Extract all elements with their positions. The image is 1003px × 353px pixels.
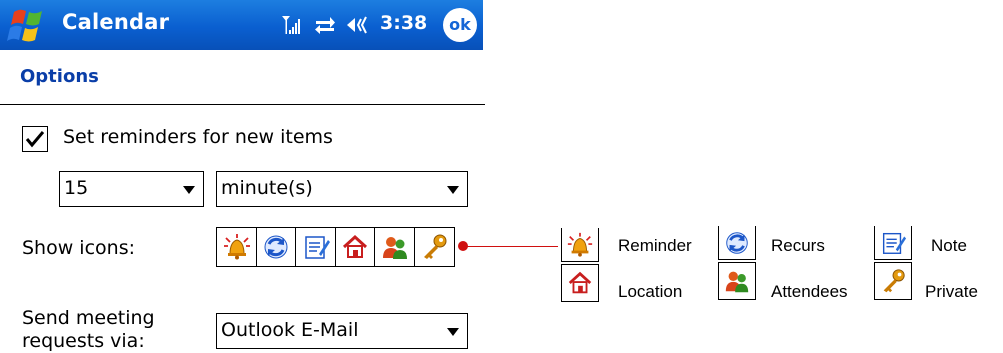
- reminder-unit-value: minute(s): [221, 177, 313, 199]
- home-icon[interactable]: [334, 227, 376, 267]
- legend-note-label: Note: [931, 236, 967, 255]
- windows-start-icon[interactable]: [6, 6, 50, 46]
- alarm-bell-icon[interactable]: [216, 227, 257, 267]
- show-icons-strip[interactable]: [216, 227, 455, 267]
- key-icon[interactable]: [413, 227, 455, 267]
- reminder-amount-value: 15: [64, 177, 89, 199]
- title-bar: Calendar 3:38 ok: [0, 0, 483, 50]
- callout-line: [463, 246, 558, 247]
- chevron-down-icon: [447, 328, 459, 336]
- recurring-arrows-icon[interactable]: [255, 227, 297, 267]
- send-meeting-value: Outlook E-Mail: [221, 319, 359, 341]
- reminder-amount-dropdown[interactable]: 15: [59, 171, 204, 207]
- legend-key-icon: [874, 262, 912, 300]
- app-title: Calendar: [62, 10, 170, 34]
- legend-alarm-bell-icon: [561, 228, 599, 262]
- legend-attendees-label: Attendees: [771, 282, 848, 301]
- legend-home-icon: [561, 264, 599, 302]
- legend-reminder-label: Reminder: [618, 236, 692, 255]
- speaker-volume-icon[interactable]: [345, 13, 375, 41]
- reminders-checkbox[interactable]: [22, 126, 48, 152]
- connectivity-arrows-icon[interactable]: [313, 13, 337, 41]
- legend-recurring-arrows-icon: [718, 226, 756, 260]
- reminder-unit-dropdown[interactable]: minute(s): [216, 171, 468, 207]
- heading-divider: [0, 104, 485, 105]
- chevron-down-icon: [447, 186, 459, 194]
- page-title: Options: [20, 66, 99, 87]
- legend-attendees-icon: [718, 262, 756, 300]
- send-meeting-dropdown[interactable]: Outlook E-Mail: [216, 313, 468, 349]
- legend-location-label: Location: [618, 282, 683, 301]
- chevron-down-icon: [183, 186, 195, 194]
- note-icon[interactable]: [295, 227, 336, 267]
- legend-private-label: Private: [925, 282, 978, 301]
- signal-strength-icon[interactable]: [280, 13, 304, 41]
- callout-dot: [458, 241, 468, 251]
- reminders-checkbox-label[interactable]: Set reminders for new items: [63, 126, 333, 148]
- clock[interactable]: 3:38: [380, 12, 427, 34]
- legend-note-icon: [874, 226, 912, 260]
- send-meeting-label-line1: Send meeting: [22, 307, 155, 329]
- attendees-icon[interactable]: [374, 227, 415, 267]
- send-meeting-label-line2: requests via:: [22, 330, 145, 352]
- ok-button[interactable]: ok: [443, 8, 477, 42]
- legend-recurs-label: Recurs: [771, 236, 825, 255]
- show-icons-label: Show icons:: [22, 237, 135, 259]
- checkmark-icon: [25, 131, 45, 148]
